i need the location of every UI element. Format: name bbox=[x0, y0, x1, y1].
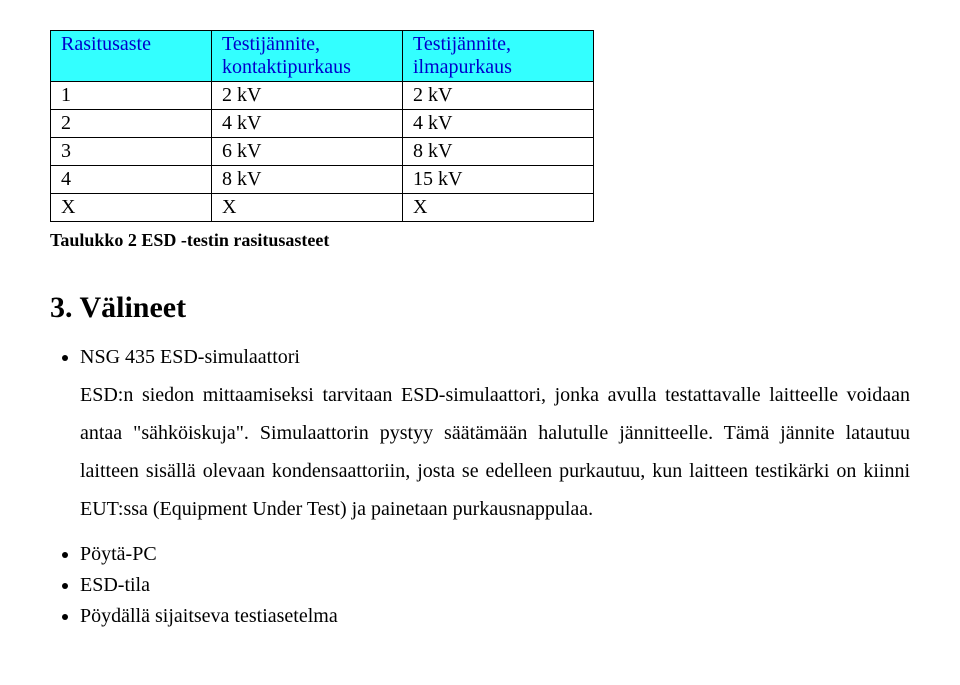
list-item-title: Pöytä-PC bbox=[80, 543, 157, 565]
section-number: 3. bbox=[50, 291, 73, 324]
table-cell: 8 kV bbox=[212, 166, 403, 194]
table-header-row: Rasitusaste Testijännite, kontaktipurkau… bbox=[51, 31, 594, 82]
table-cell: 4 bbox=[51, 166, 212, 194]
equipment-list: NSG 435 ESD-simulaattori ESD:n siedon mi… bbox=[80, 345, 910, 629]
table-cell: 2 bbox=[51, 110, 212, 138]
list-item-title: Pöydällä sijaitseva testiasetelma bbox=[80, 605, 338, 627]
table-header-cell: Testijännite, kontaktipurkaus bbox=[212, 31, 403, 82]
table-cell: X bbox=[212, 194, 403, 222]
table-cell: X bbox=[403, 194, 594, 222]
table-cell: 1 bbox=[51, 82, 212, 110]
list-item: Pöytä-PC bbox=[80, 542, 910, 567]
list-item-title: NSG 435 ESD-simulaattori bbox=[80, 346, 300, 368]
table-cell: 2 kV bbox=[212, 82, 403, 110]
list-item: NSG 435 ESD-simulaattori ESD:n siedon mi… bbox=[80, 345, 910, 528]
stress-levels-table: Rasitusaste Testijännite, kontaktipurkau… bbox=[50, 30, 594, 222]
list-item-title: ESD-tila bbox=[80, 574, 150, 596]
table-cell: 2 kV bbox=[403, 82, 594, 110]
table-cell: 6 kV bbox=[212, 138, 403, 166]
list-item-description: ESD:n siedon mittaamiseksi tarvitaan ESD… bbox=[80, 376, 910, 528]
section-title: Välineet bbox=[79, 291, 186, 324]
table-header-cell: Rasitusaste bbox=[51, 31, 212, 82]
table-row: 1 2 kV 2 kV bbox=[51, 82, 594, 110]
table-cell: 4 kV bbox=[403, 110, 594, 138]
table-cell: 3 bbox=[51, 138, 212, 166]
table-row: 3 6 kV 8 kV bbox=[51, 138, 594, 166]
table-cell: X bbox=[51, 194, 212, 222]
list-item: ESD-tila bbox=[80, 573, 910, 598]
list-item: Pöydällä sijaitseva testiasetelma bbox=[80, 604, 910, 629]
table-row: 2 4 kV 4 kV bbox=[51, 110, 594, 138]
table-cell: 8 kV bbox=[403, 138, 594, 166]
section-heading: 3. Välineet bbox=[50, 291, 910, 325]
table-cell: 15 kV bbox=[403, 166, 594, 194]
table-row: 4 8 kV 15 kV bbox=[51, 166, 594, 194]
table-cell: 4 kV bbox=[212, 110, 403, 138]
table-row: X X X bbox=[51, 194, 594, 222]
table-header-cell: Testijännite, ilmapurkaus bbox=[403, 31, 594, 82]
table-caption: Taulukko 2 ESD -testin rasitusasteet bbox=[50, 230, 910, 251]
